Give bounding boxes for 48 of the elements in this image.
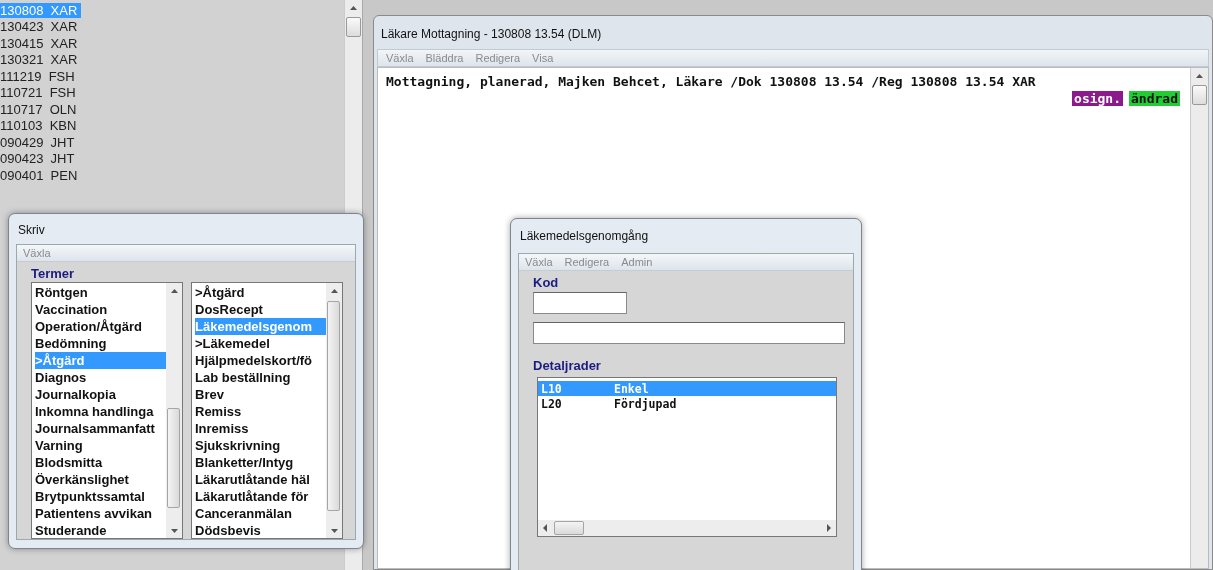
term-item[interactable]: DosRecept [195, 301, 263, 318]
detail-row[interactable]: L20 Fördjupad [538, 396, 836, 411]
term-item[interactable]: Brytpunktssamtal [35, 488, 145, 505]
term-item[interactable]: Vaccination [35, 301, 108, 318]
term-item[interactable]: Operation/Åtgärd [35, 318, 142, 335]
term-item[interactable]: Varning [35, 437, 83, 454]
term-item[interactable]: Bedömning [35, 335, 107, 352]
journal-header-text: Mottagning, planerad, Majken Behcet, Läkare /Dok 130808 13.54 /Reg 130808 13.54 XAR [386, 74, 1037, 89]
dialog-title: Läkemedelsgenomgång [519, 228, 650, 245]
status-tag: osign. [1072, 91, 1124, 106]
record-item[interactable]: 090401 PEN [0, 167, 82, 183]
term-item[interactable]: Röntgen [35, 284, 88, 301]
record-item[interactable]: 110717 OLN [0, 101, 81, 117]
record-item[interactable]: 130423 XAR [0, 19, 82, 35]
term-item[interactable]: Remiss [195, 403, 242, 420]
term-item[interactable]: Blanketter/Intyg [195, 454, 294, 471]
term-item[interactable]: >Åtgärd [195, 284, 245, 301]
term-item[interactable]: Lab beställning [195, 369, 291, 386]
term-item[interactable]: Patientens avvikan [35, 505, 153, 522]
term-item[interactable]: Överkänslighet [35, 471, 129, 488]
term-item[interactable]: Journalsammanfatt [35, 420, 155, 437]
record-item[interactable]: 090429 JHT [0, 134, 79, 150]
term-item[interactable]: Läkarutlåtande för [195, 488, 309, 505]
record-item[interactable]: 090423 JHT [0, 151, 79, 167]
term-item[interactable]: Studerande [35, 522, 107, 538]
term-item[interactable]: Sjukskrivning [195, 437, 281, 454]
record-item[interactable]: 110721 FSH [0, 85, 80, 101]
record-item[interactable]: 111219 FSH [0, 68, 79, 84]
term-item[interactable]: Inremiss [195, 420, 249, 437]
record-item[interactable]: 130321 XAR [0, 52, 82, 68]
status-tag: ändrad [1129, 91, 1180, 106]
section-label: Detaljrader [532, 357, 602, 373]
term-item[interactable]: Hjälpmedelskort/fö [195, 352, 313, 369]
term-item[interactable]: Brev [195, 386, 224, 403]
term-item[interactable]: Diagnos [35, 369, 87, 386]
term-item[interactable]: Journalkopia [35, 386, 116, 403]
term-item[interactable]: Dödsbevis [195, 522, 261, 538]
record-item[interactable]: 110103 KBN [0, 118, 81, 134]
term-item[interactable]: Läkarutlåtande häl [195, 471, 310, 488]
window-title: Läkare Mottagning - 130808 13.54 (DLM) [380, 26, 603, 43]
term-item[interactable]: Canceranmälan [195, 505, 292, 522]
record-item[interactable]: 130415 XAR [0, 35, 82, 51]
term-item[interactable]: Blodsmitta [35, 454, 103, 471]
term-item[interactable]: Inkomna handlinga [35, 403, 154, 420]
dialog-title: Skriv [17, 222, 46, 239]
section-label: Termer [30, 265, 76, 281]
term-item[interactable]: >Läkemedel [195, 335, 270, 352]
field-label: Kod [532, 274, 560, 290]
